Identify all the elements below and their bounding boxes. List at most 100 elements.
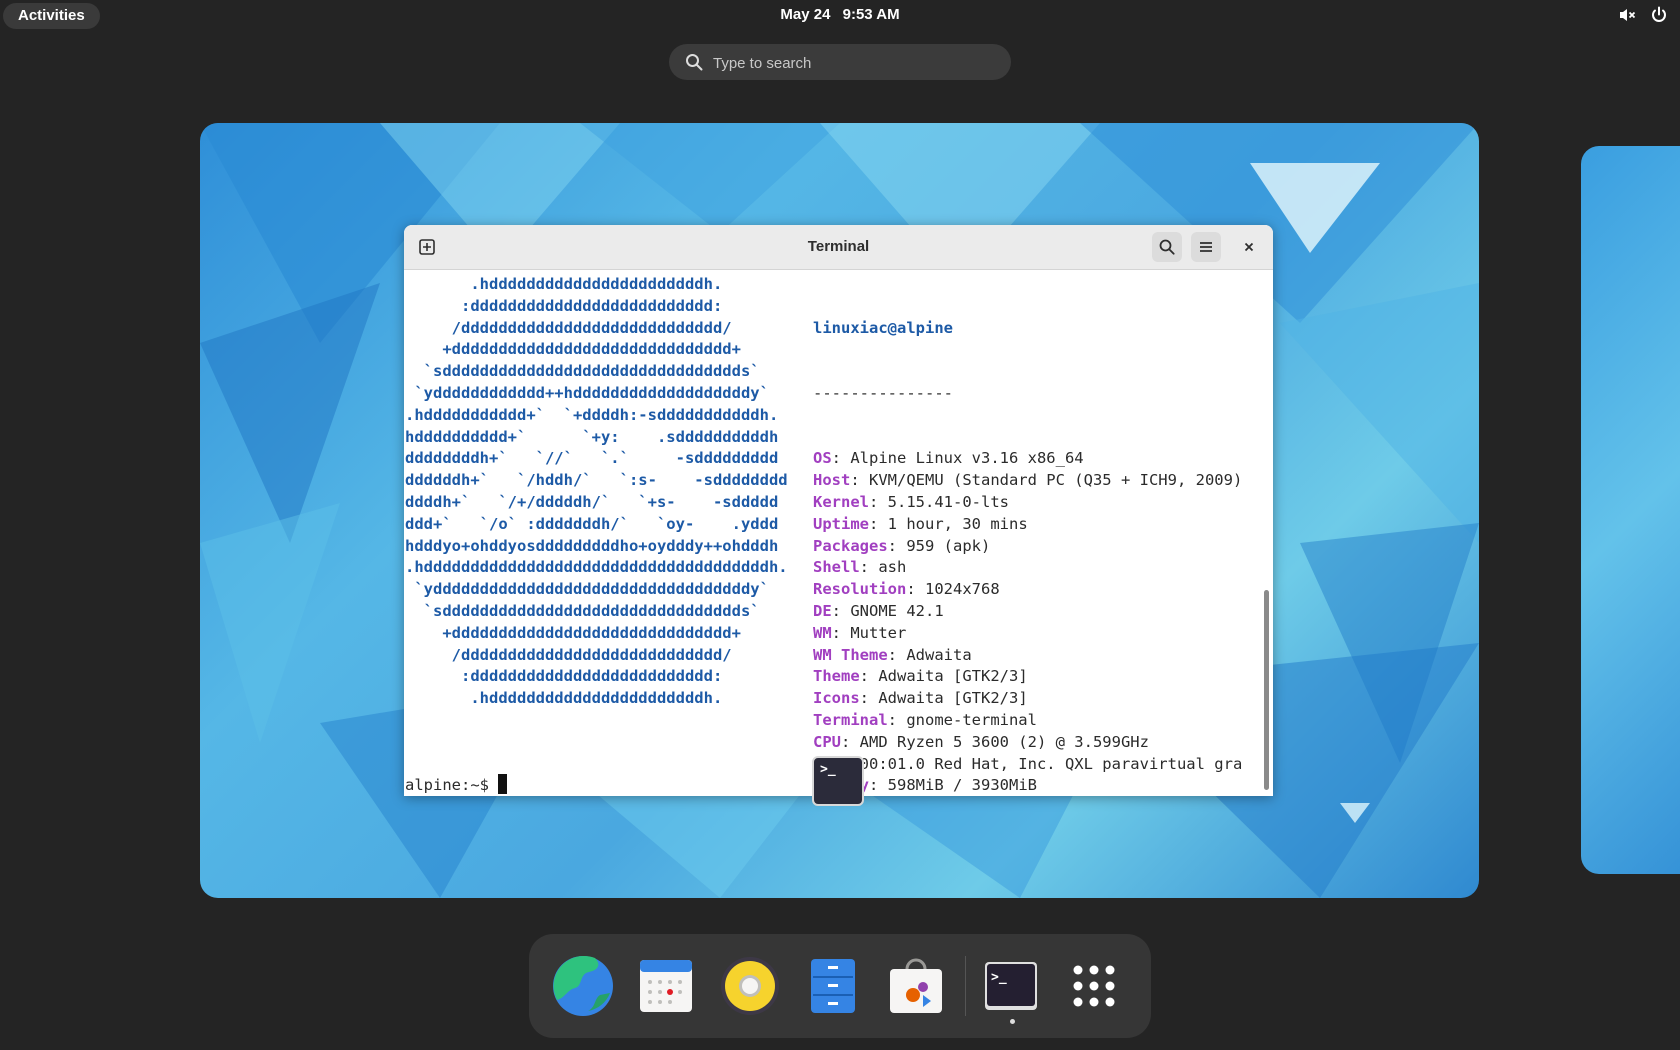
info-line: Theme: Adwaita [GTK2/3]: [813, 666, 1242, 688]
close-button[interactable]: [1234, 232, 1264, 262]
info-value: 598MiB / 3930MiB: [887, 776, 1037, 795]
info-colon: :: [869, 514, 888, 533]
info-line: GPU: 00:01.0 Red Hat, Inc. QXL paravirtu…: [813, 754, 1242, 776]
hamburger-menu-icon: [1200, 242, 1212, 252]
info-value: 1024x768: [925, 580, 1000, 599]
info-line: DE: GNOME 42.1: [813, 601, 1242, 623]
terminal-title: Terminal: [807, 238, 870, 255]
info-line: Memory: 598MiB / 3930MiB: [813, 775, 1242, 796]
info-value: 5.15.41-0-lts: [887, 492, 1009, 511]
info-key: Packages: [813, 536, 888, 555]
power-icon[interactable]: [1650, 6, 1668, 24]
info-value: Alpine Linux v3.16 x86_64: [850, 449, 1084, 468]
info-line: CPU: AMD Ryzen 5 3600 (2) @ 3.599GHz: [813, 732, 1242, 754]
info-value: KVM/QEMU (Standard PC (Q35 + ICH9, 2009): [869, 471, 1243, 490]
shell-prompt[interactable]: alpine:~$: [405, 774, 508, 796]
software-icon[interactable]: [882, 952, 950, 1020]
info-value: Adwaita [GTK2/3]: [878, 667, 1028, 686]
terminal-window[interactable]: Terminal .hdddddddddddddddddddddddh. :dd…: [404, 225, 1273, 796]
info-key: WM: [813, 623, 832, 642]
info-colon: :: [831, 623, 851, 642]
show-apps-icon: [1073, 965, 1115, 1007]
terminal-icon[interactable]: >_: [977, 952, 1045, 1020]
terminal-header-bar[interactable]: Terminal: [404, 225, 1273, 270]
info-value: 1 hour, 30 mins: [887, 514, 1028, 533]
info-line: OS: Alpine Linux v3.16 x86_64: [813, 448, 1242, 470]
info-key: WM Theme: [813, 645, 888, 664]
calendar-glyph: [640, 960, 692, 1012]
search-bar[interactable]: [669, 44, 1011, 82]
info-line: WM Theme: Adwaita: [813, 645, 1242, 667]
info-key: OS: [813, 449, 832, 468]
files-icon[interactable]: [799, 952, 867, 1020]
info-value: gnome-terminal: [906, 710, 1037, 729]
info-colon: :: [906, 580, 925, 599]
system-tray[interactable]: [1618, 6, 1668, 24]
web-browser-icon[interactable]: [549, 952, 617, 1020]
workspace-thumbnail-next[interactable]: [1581, 146, 1680, 874]
app-grid-icon[interactable]: [1060, 952, 1128, 1020]
info-value: ash: [878, 558, 907, 577]
info-colon: :: [831, 449, 851, 468]
rhythmbox-icon[interactable]: [716, 952, 784, 1020]
info-value: 00:01.0 Red Hat, Inc. QXL paravirtual gr…: [859, 754, 1243, 773]
info-line: Packages: 959 (apk): [813, 536, 1242, 558]
info-value: AMD Ryzen 5 3600 (2) @ 3.599GHz: [859, 732, 1149, 751]
speaker-icon: [721, 957, 779, 1015]
info-colon: :: [887, 645, 907, 664]
info-line: Host: KVM/QEMU (Standard PC (Q35 + ICH9,…: [813, 470, 1242, 492]
info-value: 959 (apk): [906, 536, 991, 555]
info-line: Kernel: 5.15.41-0-lts: [813, 492, 1242, 514]
shopping-bag-icon: [890, 958, 942, 1013]
info-value: Mutter: [850, 623, 907, 642]
info-colon: :: [887, 710, 907, 729]
info-key: Theme: [813, 667, 860, 686]
info-line: WM: Mutter: [813, 623, 1242, 645]
search-icon: [1159, 239, 1175, 255]
info-key: Kernel: [813, 492, 869, 511]
info-key: Terminal: [813, 710, 888, 729]
terminal-output[interactable]: .hdddddddddddddddddddddddh. :ddddddddddd…: [404, 270, 1273, 796]
top-bar: Activities May 24 9:53 AM: [0, 0, 1680, 30]
text-cursor: [498, 774, 508, 794]
date-label: May 24: [780, 6, 831, 23]
neofetch-info: linuxiac@alpine --------------- OS: Alpi…: [813, 274, 1242, 796]
info-colon: :: [869, 492, 888, 511]
info-colon: :: [859, 558, 879, 577]
info-key: Shell: [813, 558, 860, 577]
terminal-glyph: >_: [820, 762, 836, 777]
volume-muted-icon[interactable]: [1618, 6, 1636, 24]
separator-line: ---------------: [813, 383, 953, 402]
calendar-icon[interactable]: [632, 952, 700, 1020]
info-key: Resolution: [813, 580, 907, 599]
info-value: Adwaita: [906, 645, 972, 664]
menu-button[interactable]: [1191, 232, 1221, 262]
terminal-app-icon: [985, 962, 1037, 1010]
info-key: Icons: [813, 689, 860, 708]
info-value: GNOME 42.1: [850, 601, 944, 620]
terminal-dock-glyph: >_: [991, 970, 1007, 985]
info-colon: :: [859, 689, 879, 708]
info-line: Uptime: 1 hour, 30 mins: [813, 514, 1242, 536]
info-line: Terminal: gnome-terminal: [813, 710, 1242, 732]
dock: >_: [529, 934, 1151, 1038]
close-icon: [1244, 242, 1254, 252]
info-value: Adwaita [GTK2/3]: [878, 689, 1028, 708]
terminal-search-button[interactable]: [1152, 232, 1182, 262]
info-line: Shell: ash: [813, 557, 1242, 579]
info-colon: :: [831, 601, 851, 620]
running-indicator: [1010, 1019, 1015, 1024]
info-line: Resolution: 1024x768: [813, 579, 1242, 601]
scrollbar[interactable]: [1264, 590, 1269, 790]
info-key: Host: [813, 471, 851, 490]
info-key: Uptime: [813, 514, 869, 533]
user-host: linuxiac@alpine: [813, 318, 953, 337]
info-line: Icons: Adwaita [GTK2/3]: [813, 688, 1242, 710]
clock[interactable]: May 24 9:53 AM: [0, 6, 1680, 23]
file-cabinet-icon: [811, 959, 855, 1013]
search-icon: [686, 54, 703, 71]
terminal-window-app-icon: >_: [812, 756, 864, 806]
prompt-text: alpine:~$: [405, 776, 499, 794]
search-input[interactable]: [711, 44, 995, 82]
info-colon: :: [841, 732, 860, 751]
